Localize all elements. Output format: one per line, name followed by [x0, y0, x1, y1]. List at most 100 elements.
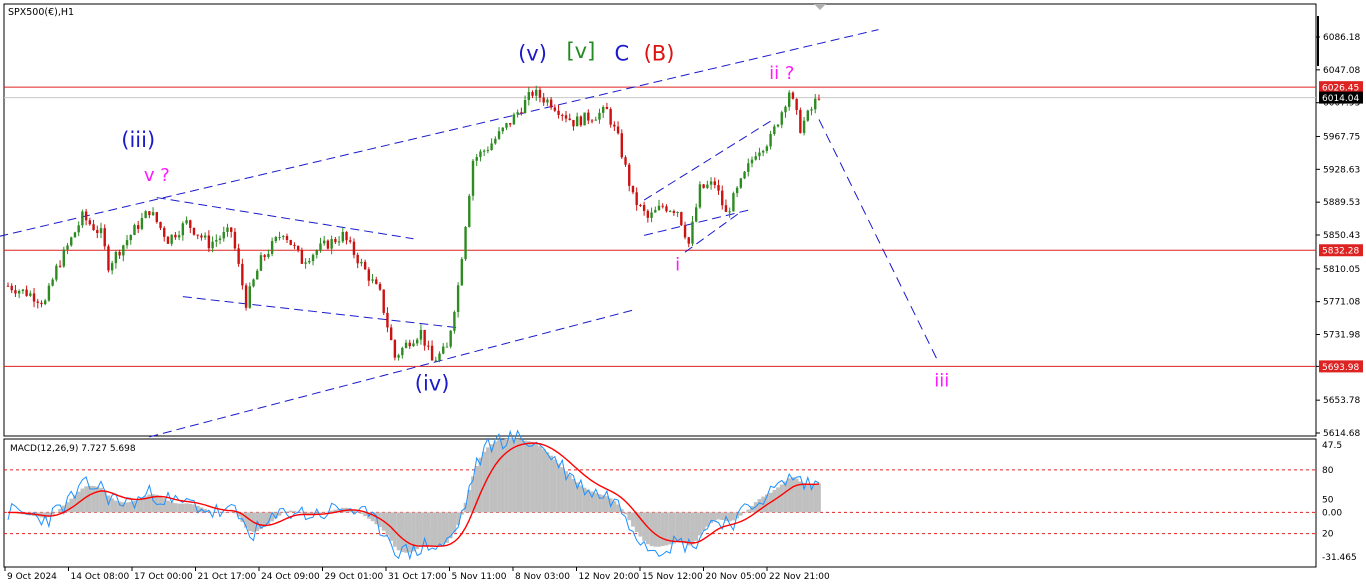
- candle-body: [702, 184, 705, 188]
- macd-bar: [705, 512, 710, 527]
- candle-body: [512, 114, 516, 125]
- candle-body: [605, 107, 609, 110]
- candle-body: [486, 150, 490, 152]
- macd-bar: [578, 485, 583, 513]
- candle-body: [445, 346, 449, 348]
- candle-body: [520, 112, 523, 114]
- candle-body: [416, 339, 419, 344]
- candle-body: [460, 259, 464, 286]
- candle-body: [51, 279, 54, 286]
- candle-body: [263, 255, 266, 257]
- candle-body: [118, 251, 121, 256]
- candle-body: [29, 293, 32, 296]
- candle-body: [352, 241, 356, 255]
- macd-bar: [426, 512, 431, 546]
- candle-body: [501, 127, 504, 132]
- wave-label: (iv): [415, 372, 450, 396]
- candle-body: [47, 285, 51, 301]
- candle-body: [654, 210, 657, 213]
- candle-body: [676, 212, 679, 214]
- candle-body: [356, 254, 359, 264]
- macd-tick-label: 47.5: [1322, 441, 1342, 451]
- macd-bar: [657, 512, 661, 547]
- candle-body: [743, 171, 746, 179]
- candle-body: [735, 187, 739, 194]
- macd-bar: [504, 438, 509, 513]
- macd-bar: [288, 510, 293, 513]
- candle-body: [44, 300, 47, 305]
- candle-body: [237, 248, 240, 264]
- candle-body: [170, 234, 173, 244]
- candle-body: [434, 360, 437, 362]
- candle-body: [345, 231, 348, 241]
- wave-label: (iii): [121, 128, 155, 152]
- candle-body: [468, 195, 471, 227]
- candle-body: [527, 92, 530, 101]
- macd-bar: [731, 512, 736, 521]
- candle-body: [96, 230, 99, 234]
- candle-body: [557, 110, 560, 115]
- candle-body: [270, 241, 274, 254]
- candle-body: [278, 237, 281, 239]
- candle-body: [107, 246, 110, 271]
- candle-body: [535, 89, 538, 96]
- candle-body: [32, 293, 36, 302]
- macd-bar: [177, 503, 182, 513]
- macd-bar: [422, 512, 427, 546]
- macd-tick-label: 20: [1322, 530, 1334, 540]
- macd-tick-label: 80: [1322, 466, 1334, 476]
- macd-bar: [738, 512, 743, 516]
- price-tick-label: 5889.53: [1323, 198, 1360, 208]
- macd-panel: [3, 438, 1317, 568]
- candle-body: [419, 329, 423, 340]
- candle-body: [367, 269, 371, 281]
- macd-bar: [292, 510, 297, 513]
- candle-body: [341, 231, 344, 242]
- macd-bar: [631, 512, 635, 527]
- price-tag-label: 5693.98: [1322, 363, 1359, 373]
- candle-body: [393, 340, 397, 358]
- time-tick-label: 29 Oct 01:00: [325, 572, 384, 582]
- candle-body: [479, 151, 482, 158]
- candle-body: [572, 119, 575, 127]
- macd-bar: [779, 484, 784, 513]
- macd-bar: [489, 444, 494, 513]
- price-tick-label: 6047.08: [1323, 66, 1360, 76]
- time-tick-label: 12 Nov 20:00: [579, 572, 640, 582]
- price-tick-label: 5771.08: [1323, 298, 1360, 308]
- macd-bar: [140, 497, 144, 513]
- candle-body: [84, 211, 88, 221]
- candle-body: [668, 211, 672, 213]
- candle-body: [728, 211, 731, 213]
- candle-body: [70, 237, 73, 246]
- candle-body: [133, 225, 136, 236]
- candle-body: [58, 265, 62, 267]
- candle-body: [706, 184, 709, 188]
- candle-body: [747, 163, 750, 172]
- candle-body: [538, 89, 542, 98]
- candle-body: [624, 157, 627, 165]
- macd-bar: [742, 512, 747, 513]
- macd-bar: [478, 457, 483, 513]
- candle-body: [36, 301, 39, 303]
- candle-body: [516, 112, 519, 115]
- candle-body: [464, 226, 467, 260]
- price-panel: [3, 3, 1317, 437]
- macd-bar: [791, 477, 795, 513]
- price-tick-label: 5731.98: [1323, 330, 1360, 340]
- candle-body: [620, 133, 623, 158]
- macd-bar: [110, 498, 115, 513]
- macd-bar: [727, 512, 732, 522]
- time-axis: 9 Oct 2024 14 Oct 08:00 17 Oct 00:00 21 Oct…: [4, 567, 830, 582]
- candle-body: [683, 225, 687, 238]
- macd-bar: [813, 484, 818, 513]
- candle-body: [401, 347, 404, 356]
- macd-bar: [716, 512, 721, 520]
- candle-body: [137, 225, 140, 229]
- candle-body: [349, 240, 352, 242]
- candle-body: [583, 112, 586, 126]
- candle-body: [174, 234, 177, 238]
- macd-bar: [817, 483, 821, 513]
- macd-bar: [247, 512, 252, 532]
- candle-body: [505, 123, 508, 128]
